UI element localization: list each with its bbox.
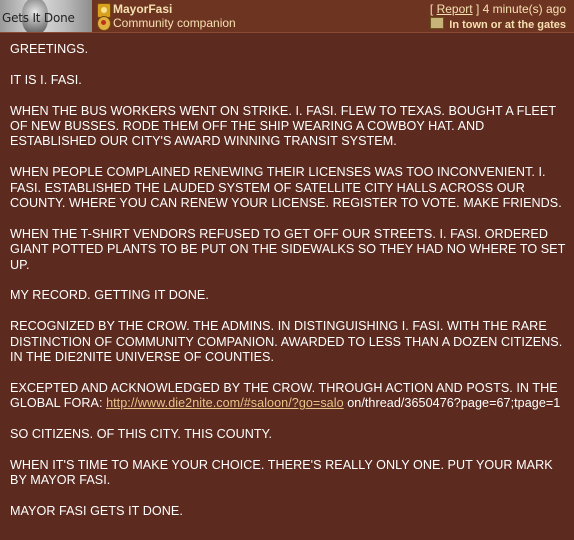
report-link[interactable]: Report: [437, 2, 473, 16]
post-paragraph: GREETINGS.: [10, 42, 89, 56]
location-label: In town or at the gates: [449, 19, 566, 31]
post-paragraph: WHEN PEOPLE COMPLAINED RENEWING THEIR LI…: [10, 165, 562, 211]
avatar[interactable]: Gets It Done: [0, 0, 92, 32]
post-paragraph: MAYOR FASI GETS IT DONE.: [10, 504, 183, 519]
post-paragraph: WHEN IT'S TIME TO MAKE YOUR CHOICE. THER…: [10, 457, 553, 488]
town-gates-icon: [430, 17, 445, 29]
post-timestamp: 4 minute(s) ago: [482, 2, 566, 16]
link-trail-text: on/thread/3650476?page=67;tpage=1: [343, 396, 561, 411]
post-paragraph: MY RECORD. GETTING IT DONE.: [10, 288, 209, 303]
post-paragraph: RECOGNIZED BY THE CROW. THE ADMINS. IN D…: [10, 319, 563, 365]
forum-thread-link[interactable]: http://www.die2nite.com/#saloon/?go=salo: [106, 396, 344, 410]
post-meta: [ Report ] 4 minute(s) ago: [429, 2, 566, 16]
post-paragraph: SO CITIZENS. OF THIS CITY. THIS COUNTY.: [10, 427, 273, 442]
location-status: In town or at the gates: [430, 17, 566, 31]
post-paragraph: WHEN THE BUS WORKERS WENT ON STRIKE. I. …: [10, 103, 556, 149]
community-companion-icon: [97, 16, 111, 31]
avatar-caption: Gets It Done: [2, 11, 75, 25]
post-header: Gets It Done MayorFasi Community compani…: [0, 0, 574, 33]
post-paragraph-with-link: EXCEPTED AND ACKNOWLEDGED BY THE CROW. T…: [10, 381, 566, 412]
post-body: GREETINGS. IT IS I. FASI. WHEN THE BUS W…: [10, 42, 566, 535]
username-link[interactable]: MayorFasi: [113, 2, 172, 16]
user-title: Community companion: [113, 16, 236, 30]
post-paragraph: WHEN THE T-SHIRT VENDORS REFUSED TO GET …: [10, 226, 566, 272]
post-paragraph: IT IS I. FASI.: [10, 72, 82, 87]
